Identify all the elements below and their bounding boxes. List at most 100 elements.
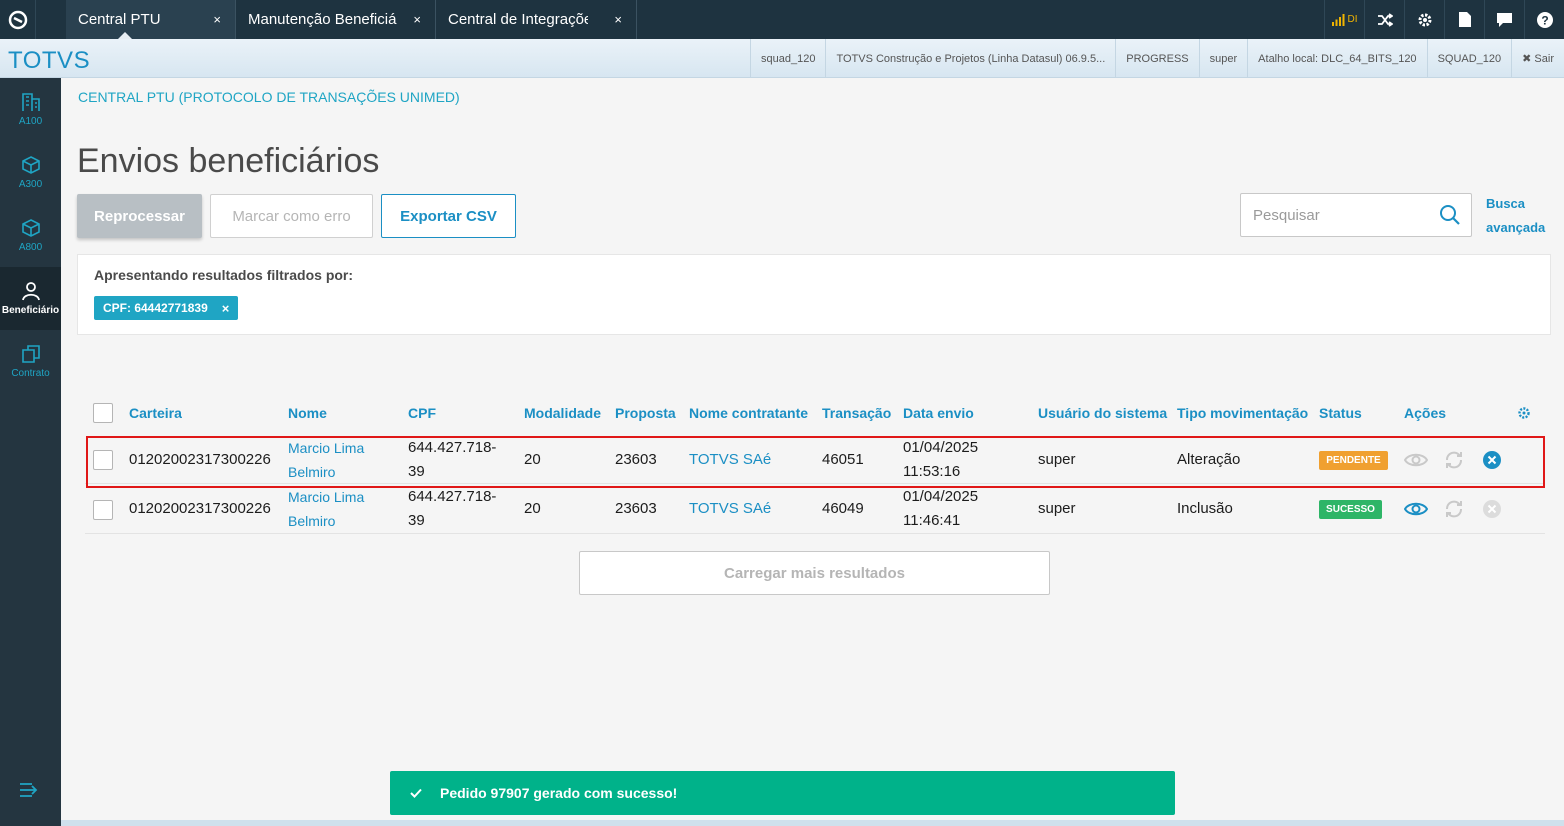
filter-chip-label: CPF: 64442771839 — [103, 301, 208, 315]
signal-icon[interactable]: DI — [1324, 0, 1364, 39]
cell-cpf-line: 39 — [408, 512, 425, 529]
cell-transacao: 46049 — [822, 500, 864, 517]
table-row[interactable]: 01202002317300226 Marcio Lima Belmiro 64… — [85, 485, 1545, 534]
breadcrumb: CENTRAL PTU (PROTOCOLO DE TRANSAÇÕES UNI… — [78, 89, 460, 105]
cell-tipo: Alteração — [1177, 451, 1241, 468]
cell-data-envio: 01/04/2025 11:46:41 — [903, 485, 978, 533]
cell-cpf-line: 644.427.718- — [408, 439, 497, 456]
cell-time-line: 11:46:41 — [903, 512, 961, 529]
sidebar-item-label: A800 — [18, 242, 43, 253]
refresh-icon — [1442, 448, 1466, 472]
document-icon[interactable] — [1444, 0, 1484, 39]
cell-modalidade: 20 — [524, 451, 541, 468]
filter-chip-cpf: CPF: 64442771839 × — [94, 296, 239, 320]
search-icon[interactable] — [1439, 204, 1461, 231]
gear-icon[interactable] — [1404, 0, 1444, 39]
status-badge: PENDENTE — [1319, 451, 1388, 470]
header-info-db: PROGRESS — [1115, 39, 1198, 78]
toast-message: Pedido 97907 gerado com sucesso! — [440, 785, 678, 801]
status-badge: SUCESSO — [1319, 500, 1382, 519]
tab-manutencao-beneficiario[interactable]: Manutenção Beneficiá × — [236, 0, 436, 39]
user-icon — [21, 282, 40, 301]
cell-contratante[interactable]: TOTVS SAé — [689, 448, 771, 472]
sidebar-item-contrato[interactable]: Contrato — [0, 330, 61, 393]
advanced-search-label: Busca — [1486, 196, 1526, 211]
mark-error-button[interactable]: Marcar como erro — [210, 194, 373, 238]
reprocess-button[interactable]: Reprocessar — [77, 194, 202, 238]
cell-cpf: 644.427.718- 39 — [408, 485, 496, 533]
cell-nome-line: Belmiro — [288, 464, 336, 480]
tab-central-integracoes[interactable]: Central de Integrações × — [436, 0, 637, 39]
col-cpf[interactable]: CPF — [408, 405, 436, 421]
cell-time-line: 11:53:16 — [903, 463, 961, 480]
cell-usuario: super — [1038, 500, 1076, 517]
tab-close-icon[interactable]: × — [614, 12, 622, 27]
header-info-shortcut: Atalho local: DLC_64_BITS_120 — [1247, 39, 1426, 78]
chip-close-icon[interactable]: × — [222, 301, 230, 316]
svg-text:?: ? — [1541, 13, 1548, 27]
app-logo-icon[interactable] — [0, 0, 36, 39]
tab-central-ptu[interactable]: Central PTU × — [66, 0, 236, 39]
sidebar-item-a300[interactable]: A300 — [0, 141, 61, 204]
tab-label: Central de Integrações — [448, 11, 588, 28]
menu-collapse-icon[interactable] — [20, 783, 38, 802]
search-input[interactable] — [1253, 204, 1433, 226]
app-header: TOTVS squad_120 TOTVS Construção e Proje… — [0, 39, 1564, 78]
cell-carteira: 01202002317300226 — [129, 451, 271, 468]
sidebar-item-label: A300 — [18, 179, 43, 190]
cell-nome[interactable]: Marcio Lima Belmiro — [288, 436, 364, 484]
cell-nome-line: Marcio Lima — [288, 440, 365, 456]
cell-date-line: 01/04/2025 — [903, 439, 979, 456]
advanced-search-link[interactable]: Busca avançada — [1486, 192, 1556, 240]
cancel-circle-icon[interactable] — [1480, 448, 1504, 472]
filter-label: Apresentando resultados filtrados por: — [94, 267, 354, 283]
col-usuario[interactable]: Usuário do sistema — [1038, 405, 1167, 421]
tab-label: Central PTU — [78, 11, 161, 28]
cube-icon — [21, 156, 40, 174]
shuffle-icon[interactable] — [1364, 0, 1404, 39]
column-settings-gear-icon[interactable] — [1512, 401, 1536, 425]
refresh-icon — [1442, 497, 1466, 521]
col-proposta[interactable]: Proposta — [615, 405, 676, 421]
cell-cpf-line: 39 — [408, 463, 425, 480]
tab-close-icon[interactable]: × — [413, 12, 421, 27]
sidebar-item-label: A100 — [18, 116, 43, 127]
help-icon[interactable]: ? — [1524, 0, 1564, 39]
select-all-checkbox[interactable] — [93, 403, 113, 423]
logout-button[interactable]: ✖ Sair — [1511, 39, 1564, 78]
header-info-squad: squad_120 — [750, 39, 825, 78]
col-nome-contratante[interactable]: Nome contratante — [689, 405, 808, 421]
building-icon — [21, 93, 40, 111]
col-data-envio[interactable]: Data envio — [903, 405, 974, 421]
header-info-user: super — [1198, 39, 1248, 78]
cell-nome-line: Belmiro — [288, 513, 336, 529]
export-csv-button[interactable]: Exportar CSV — [381, 194, 516, 238]
cell-date-line: 01/04/2025 — [903, 488, 979, 505]
sidebar-item-a100[interactable]: A100 — [0, 78, 61, 141]
row-checkbox[interactable] — [93, 450, 113, 470]
cell-contratante[interactable]: TOTVS SAé — [689, 497, 771, 521]
sidebar-item-beneficiario[interactable]: Beneficiário — [0, 267, 61, 330]
col-acoes: Ações — [1404, 405, 1447, 421]
check-icon — [410, 785, 422, 801]
col-status[interactable]: Status — [1319, 405, 1362, 421]
header-info-product: TOTVS Construção e Projetos (Linha Datas… — [825, 39, 1115, 78]
load-more-button[interactable]: Carregar mais resultados — [579, 551, 1050, 595]
cell-nome[interactable]: Marcio Lima Belmiro — [288, 485, 364, 533]
tab-close-icon[interactable]: × — [213, 12, 221, 27]
sidebar-item-a800[interactable]: A800 — [0, 204, 61, 267]
col-tipo-movimentacao[interactable]: Tipo movimentação — [1177, 405, 1308, 421]
view-eye-icon[interactable] — [1404, 497, 1428, 521]
row-checkbox[interactable] — [93, 500, 113, 520]
col-carteira[interactable]: Carteira — [129, 405, 182, 421]
col-transacao[interactable]: Transação — [822, 405, 891, 421]
copy-icon — [21, 345, 40, 363]
chat-icon[interactable] — [1484, 0, 1524, 39]
col-modalidade[interactable]: Modalidade — [524, 405, 601, 421]
col-nome[interactable]: Nome — [288, 405, 327, 421]
cube-icon — [21, 219, 40, 237]
cell-carteira: 01202002317300226 — [129, 500, 271, 517]
filter-panel: Apresentando resultados filtrados por: C… — [77, 254, 1551, 335]
table-row[interactable]: 01202002317300226 Marcio Lima Belmiro 64… — [85, 435, 1545, 488]
top-tab-bar: Central PTU × Manutenção Beneficiá × Cen… — [0, 0, 1564, 39]
